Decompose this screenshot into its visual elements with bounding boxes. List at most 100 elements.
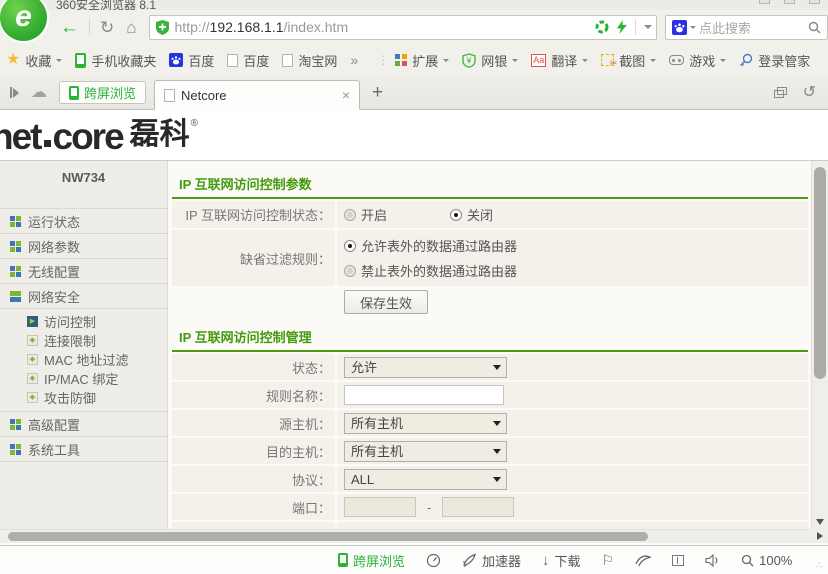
page-icon — [282, 54, 293, 67]
search-placeholder[interactable]: 点此搜索 — [699, 18, 805, 37]
rule-name-input[interactable] — [344, 385, 504, 405]
engine-dropdown-icon[interactable] — [690, 26, 696, 29]
bookmark-mobile-favorites[interactable]: 手机收藏夹 — [75, 51, 156, 70]
sidebar-subitem-access-control[interactable]: ▶访问控制 — [0, 312, 167, 331]
chevron-down-icon — [493, 477, 501, 482]
save-button[interactable]: 保存生效 — [344, 290, 428, 314]
page-content: netcore 磊科 ® NW734 运行状态 网络参数 无线配置 网络安全 ▶… — [0, 110, 828, 545]
tab-netcore[interactable]: Netcore × — [154, 80, 360, 110]
statusbar-speed-gauge[interactable] — [426, 553, 441, 568]
sidebar-subitem-connection-limit[interactable]: ◆连接限制 — [0, 331, 167, 350]
form-row-rule-name: 规则名称： — [172, 382, 808, 408]
address-bar[interactable]: http://192.168.1.1/index.htm — [149, 15, 657, 40]
radio-rule-deny[interactable] — [344, 265, 356, 277]
form-row-weekdays: 每周： 周日 周一 周二 周三 周四 周五 周六 全部 — [172, 522, 808, 529]
radio-rule-allow[interactable] — [344, 240, 356, 252]
statusbar-report[interactable]: ⚐ — [602, 553, 615, 567]
sidebar-subitem-attack-defense[interactable]: ◆攻击防御 — [0, 388, 167, 407]
side-panel-icon[interactable] — [10, 87, 19, 98]
state-select[interactable]: 允许 — [344, 357, 507, 378]
statusbar-skin[interactable] — [635, 554, 651, 567]
url-dropdown-icon[interactable] — [644, 25, 652, 29]
tab-list-icon[interactable] — [774, 87, 787, 98]
cross-screen-button[interactable]: 跨屏浏览 — [59, 81, 146, 104]
sidebar-item-running-status[interactable]: 运行状态 — [0, 209, 167, 234]
field-label: 状态： — [172, 354, 335, 380]
reopen-tab-icon[interactable]: ↺ — [803, 85, 816, 101]
screenshot-button[interactable]: ✂截图 — [601, 51, 656, 70]
chevron-down-icon — [56, 59, 62, 62]
port-to-input[interactable] — [442, 497, 514, 517]
port-from-input[interactable] — [344, 497, 416, 517]
sidebar-item-network-params[interactable]: 网络参数 — [0, 234, 167, 259]
cloud-sync-icon[interactable]: ☁ — [31, 85, 47, 101]
dest-host-select[interactable]: 所有主机 — [344, 441, 507, 462]
bookmark-taobao[interactable]: 淘宝网 — [282, 51, 337, 70]
section-title-control-params: IP 互联网访问控制参数 — [172, 169, 808, 199]
sidebar-item-advanced-config[interactable]: 高级配置 — [0, 412, 167, 437]
grid-icon — [10, 444, 21, 455]
login-manager-button[interactable]: 登录管家 — [739, 51, 810, 70]
radio-label: 禁止表外的数据通过路由器 — [361, 261, 517, 280]
sidebar-subitem-ip-mac-binding[interactable]: ◆IP/MAC 绑定 — [0, 369, 167, 388]
close-window-button[interactable] — [809, 0, 820, 4]
vertical-scrollbar-thumb[interactable] — [814, 167, 826, 379]
sidebar-subitem-mac-filter[interactable]: ◆MAC 地址过滤 — [0, 350, 167, 369]
minimize-button[interactable] — [759, 0, 770, 4]
snapshot-shutter-icon[interactable] — [595, 20, 609, 34]
radio-status-on[interactable] — [344, 209, 356, 221]
scroll-down-arrow[interactable] — [816, 519, 824, 525]
horizontal-scrollbar[interactable] — [0, 529, 828, 543]
protocol-select[interactable]: ALL — [344, 469, 507, 490]
bookmark-baidu-app[interactable]: 百度 — [169, 51, 214, 70]
main-content: IP 互联网访问控制参数 IP 互联网访问控制状态： 开启 关闭 缺省过滤规则：… — [170, 161, 810, 529]
refresh-button[interactable]: ↻ — [100, 19, 114, 36]
horizontal-scrollbar-thumb[interactable] — [8, 532, 648, 541]
back-button[interactable]: ← — [60, 18, 79, 37]
radio-status-off[interactable] — [450, 209, 462, 221]
translate-button[interactable]: Aa翻译 — [531, 51, 588, 70]
divider — [0, 191, 167, 209]
form-row-save: 保存生效 — [172, 288, 808, 316]
new-tab-button[interactable]: + — [372, 83, 383, 102]
games-button[interactable]: 游戏 — [669, 51, 726, 70]
bookmark-baidu[interactable]: 百度 — [227, 51, 269, 70]
window-controls[interactable] — [759, 0, 820, 4]
statusbar-zoom[interactable]: 100% — [741, 553, 792, 568]
chevron-down-icon — [493, 365, 501, 370]
maximize-button[interactable] — [784, 0, 795, 4]
baidu-engine-icon[interactable] — [672, 20, 687, 35]
field-label: 协议： — [172, 466, 335, 492]
statusbar-cross-screen[interactable]: 跨屏浏览 — [338, 551, 405, 570]
extensions-button[interactable]: 扩展 — [395, 51, 449, 70]
vertical-scrollbar[interactable] — [811, 161, 828, 529]
sidebar-item-wireless-config[interactable]: 无线配置 — [0, 259, 167, 284]
bookmarks-bar: ★收藏 手机收藏夹 百度 百度 淘宝网 » ⋮ 扩展 ¥网银 Aa翻译 ✂截图 … — [0, 44, 828, 76]
form-row-dest-host: 目的主机： 所有主机 — [172, 438, 808, 464]
search-icon[interactable] — [808, 21, 821, 34]
statusbar-sound[interactable] — [705, 554, 720, 567]
bookmarks-overflow-button[interactable]: » — [350, 53, 358, 67]
close-tab-icon[interactable]: × — [342, 88, 350, 102]
site-shield-icon[interactable] — [156, 20, 169, 35]
url-text[interactable]: http://192.168.1.1/index.htm — [175, 19, 595, 35]
toolbar-separator: ⋮ — [377, 54, 389, 66]
baidu-icon — [169, 53, 183, 67]
screenshot-icon: ✂ — [601, 54, 614, 66]
home-button[interactable]: ⌂ — [126, 19, 136, 36]
diamond-icon: ◆ — [27, 335, 38, 346]
statusbar-sandbox[interactable] — [672, 555, 684, 566]
resize-grip[interactable]: ∴ — [816, 560, 824, 571]
browser-window: 360安全浏览器 8.1 e ← ↻ ⌂ http://192.168.1.1/… — [0, 0, 828, 574]
radio-label: 开启 — [361, 205, 387, 224]
search-box[interactable]: 点此搜索 — [665, 15, 828, 40]
speed-bolt-icon[interactable] — [617, 20, 627, 34]
statusbar-accelerator[interactable]: 加速器 — [462, 551, 521, 570]
sidebar-item-system-tools[interactable]: 系统工具 — [0, 437, 167, 462]
scroll-right-arrow[interactable] — [817, 532, 823, 540]
statusbar-download[interactable]: ↓下载 — [542, 551, 581, 570]
sidebar-item-network-security[interactable]: 网络安全 — [0, 284, 167, 309]
favorites-menu[interactable]: ★收藏 — [6, 51, 62, 70]
source-host-select[interactable]: 所有主机 — [344, 413, 507, 434]
online-banking-button[interactable]: ¥网银 — [462, 51, 518, 70]
